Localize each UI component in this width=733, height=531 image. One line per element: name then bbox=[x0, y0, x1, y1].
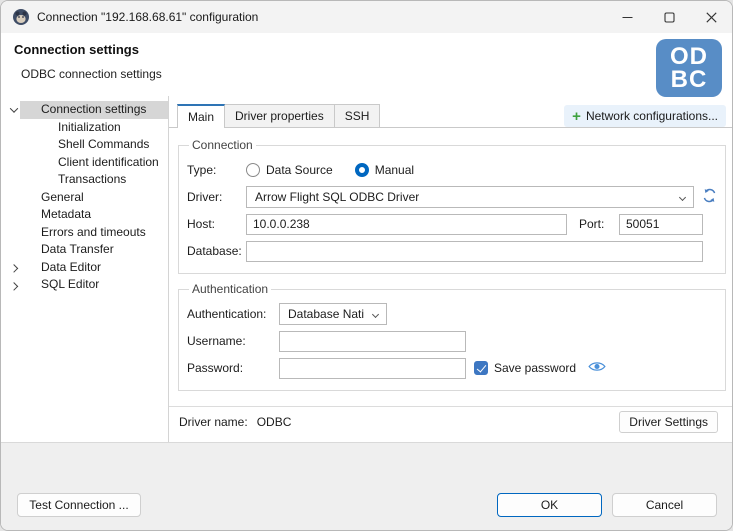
settings-tree: Connection settings Initialization Shell… bbox=[1, 96, 169, 444]
driver-reload-icon[interactable] bbox=[702, 188, 717, 206]
manual-radio-label[interactable]: Manual bbox=[375, 163, 414, 177]
test-connection-button[interactable]: Test Connection ... bbox=[17, 493, 141, 517]
tab-bar: Main Driver properties SSH + Network con… bbox=[169, 104, 732, 128]
host-input[interactable] bbox=[246, 214, 567, 235]
driver-name-value: ODBC bbox=[257, 415, 292, 429]
chevron-right-icon[interactable] bbox=[8, 264, 20, 270]
authentication-group-legend: Authentication bbox=[189, 282, 271, 296]
sidebar-item-metadata[interactable]: Metadata bbox=[1, 206, 168, 224]
ok-button[interactable]: OK bbox=[497, 493, 602, 517]
sidebar-item-connection-settings[interactable]: Connection settings bbox=[1, 101, 168, 119]
plus-icon: + bbox=[572, 109, 581, 124]
odbc-logo-line1: OD bbox=[670, 45, 708, 68]
connection-group-legend: Connection bbox=[189, 138, 256, 152]
driver-label: Driver: bbox=[187, 190, 246, 204]
tab-ssh[interactable]: SSH bbox=[334, 104, 381, 127]
database-input[interactable] bbox=[246, 241, 703, 262]
type-row: Type: Data Source Manual bbox=[187, 159, 703, 181]
window-controls bbox=[606, 1, 732, 33]
driver-settings-button[interactable]: Driver Settings bbox=[619, 411, 718, 433]
sidebar-item-errors-and-timeouts[interactable]: Errors and timeouts bbox=[1, 224, 168, 242]
authentication-group: Authentication Authentication: Database … bbox=[178, 282, 726, 391]
sidebar-item-shell-commands[interactable]: Shell Commands bbox=[1, 136, 168, 154]
authentication-row: Authentication: Database Native bbox=[187, 303, 717, 325]
password-input[interactable] bbox=[279, 358, 466, 379]
show-password-icon[interactable] bbox=[588, 360, 606, 376]
page-title: Connection settings bbox=[14, 42, 139, 57]
driver-name-strip: Driver name: ODBC Driver Settings bbox=[169, 406, 732, 437]
sidebar-item-sql-editor[interactable]: SQL Editor bbox=[1, 276, 168, 294]
sidebar-item-data-transfer[interactable]: Data Transfer bbox=[1, 241, 168, 259]
sidebar-item-data-editor[interactable]: Data Editor bbox=[1, 259, 168, 277]
save-password-label[interactable]: Save password bbox=[494, 361, 576, 375]
port-label: Port: bbox=[579, 217, 613, 231]
manual-radio[interactable] bbox=[355, 163, 369, 177]
connection-group: Connection Type: Data Source Manual Driv… bbox=[178, 138, 726, 274]
database-row: Database: bbox=[187, 240, 703, 262]
main-panel: Main Driver properties SSH + Network con… bbox=[169, 96, 732, 444]
driver-name-label: Driver name: bbox=[179, 415, 248, 429]
driver-select[interactable]: Arrow Flight SQL ODBC Driver bbox=[246, 186, 694, 208]
username-label: Username: bbox=[187, 334, 279, 348]
dialog-header: Connection settings ODBC connection sett… bbox=[1, 33, 732, 96]
dialog-footer: Test Connection ... OK Cancel bbox=[1, 442, 732, 530]
tab-driver-properties[interactable]: Driver properties bbox=[224, 104, 335, 127]
odbc-logo-line2: BC bbox=[671, 68, 708, 91]
port-input[interactable] bbox=[619, 214, 703, 235]
type-label: Type: bbox=[187, 163, 246, 177]
maximize-icon[interactable] bbox=[648, 1, 690, 33]
password-row: Password: Save password bbox=[187, 357, 717, 379]
close-icon[interactable] bbox=[690, 1, 732, 33]
page-subtitle: ODBC connection settings bbox=[21, 67, 162, 81]
data-source-radio-label[interactable]: Data Source bbox=[266, 163, 333, 177]
sidebar-item-client-identification[interactable]: Client identification bbox=[1, 154, 168, 172]
authentication-label: Authentication: bbox=[187, 307, 279, 321]
cancel-button[interactable]: Cancel bbox=[612, 493, 717, 517]
tab-main[interactable]: Main bbox=[177, 104, 225, 128]
window-title: Connection "192.168.68.61" configuration bbox=[37, 10, 606, 24]
driver-row: Driver: Arrow Flight SQL ODBC Driver bbox=[187, 186, 717, 208]
minimize-icon[interactable] bbox=[606, 1, 648, 33]
chevron-down-icon[interactable] bbox=[8, 107, 20, 113]
chevron-right-icon[interactable] bbox=[8, 282, 20, 288]
dialog-body: Connection settings Initialization Shell… bbox=[1, 96, 732, 444]
network-configurations-button[interactable]: + Network configurations... bbox=[564, 105, 726, 127]
username-row: Username: bbox=[187, 330, 717, 352]
odbc-logo: OD BC bbox=[656, 39, 722, 97]
database-label: Database: bbox=[187, 244, 246, 258]
chevron-down-icon bbox=[372, 311, 379, 318]
app-icon bbox=[13, 9, 29, 25]
host-label: Host: bbox=[187, 217, 246, 231]
connection-config-dialog: Connection "192.168.68.61" configuration… bbox=[0, 0, 733, 531]
username-input[interactable] bbox=[279, 331, 466, 352]
save-password-checkbox[interactable] bbox=[474, 361, 488, 375]
sidebar-item-transactions[interactable]: Transactions bbox=[1, 171, 168, 189]
sidebar-item-initialization[interactable]: Initialization bbox=[1, 119, 168, 137]
authentication-select[interactable]: Database Native bbox=[279, 303, 387, 325]
data-source-radio[interactable] bbox=[246, 163, 260, 177]
password-label: Password: bbox=[187, 361, 279, 375]
chevron-down-icon bbox=[679, 194, 686, 201]
host-row: Host: Port: bbox=[187, 213, 703, 235]
title-bar: Connection "192.168.68.61" configuration bbox=[1, 1, 732, 33]
sidebar-item-general[interactable]: General bbox=[1, 189, 168, 207]
